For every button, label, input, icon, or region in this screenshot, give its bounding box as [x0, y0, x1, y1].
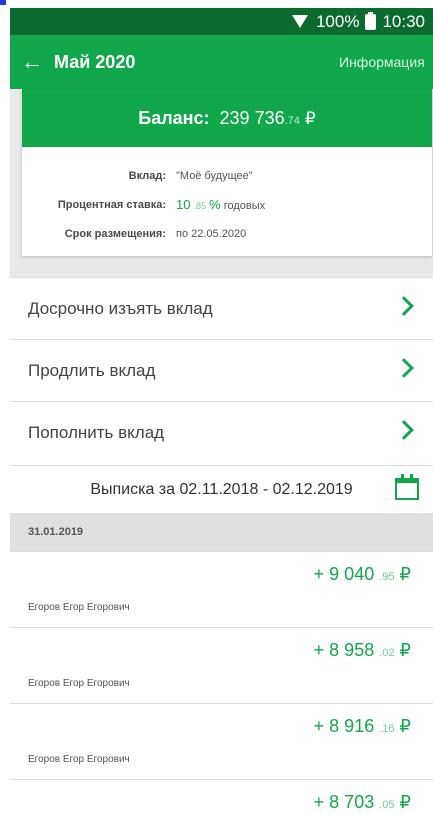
transaction-amount: + 9 040 .95 ₽ — [314, 564, 411, 585]
transaction-amount: + 8 703 .05 ₽ — [314, 792, 411, 813]
edge-mark — [0, 0, 6, 5]
chevron-right-icon — [394, 296, 414, 316]
sender-name: Егоров Егор Егорович — [28, 754, 130, 765]
statement-period[interactable]: Выписка за 02.11.2018 - 02.12.2019 — [10, 465, 433, 513]
top-edge — [0, 0, 433, 8]
amount-rubles: + 8 916 — [313, 716, 375, 736]
amount-rubles: + 9 040 — [313, 564, 375, 584]
rate-suffix: годовых — [220, 200, 266, 212]
chevron-right-icon — [394, 358, 414, 378]
currency-symbol: ₽ — [399, 564, 411, 584]
detail-row: Срок размещения: по 22.05.2020 — [22, 219, 432, 248]
statement-label: Выписка за 02.11.2018 - 02.12.2019 — [90, 480, 353, 498]
detail-key: Срок размещения: — [64, 227, 166, 240]
amount-kopecks: .95 — [379, 571, 395, 583]
back-arrow-icon[interactable]: ← — [10, 49, 54, 75]
detail-value: по 22.05.2020 — [176, 227, 247, 240]
detail-value: "Моё будущее" — [176, 169, 253, 182]
amount-kopecks: .02 — [379, 647, 395, 659]
balance-row: Баланс: 239 736.74 ₽ — [22, 89, 432, 147]
detail-row: Процентная ставка: 10 .85 % годовых — [22, 190, 432, 219]
info-link[interactable]: Информация — [339, 54, 433, 70]
action-label: Досрочно изъять вклад — [28, 298, 213, 318]
balance-kopecks: .74 — [284, 114, 300, 127]
transaction-row[interactable]: + 9 040 .95 ₽ Егоров Егор Егорович — [10, 551, 433, 627]
amount-rubles: + 8 958 — [313, 640, 375, 660]
deposit-card: Баланс: 239 736.74 ₽ Вклад: "Моё будущее… — [22, 89, 432, 256]
currency-symbol: ₽ — [399, 716, 411, 736]
calendar-icon[interactable] — [395, 474, 419, 500]
sender-name: Егоров Егор Егорович — [28, 602, 130, 613]
interest-rate: 10 .85 % годовых — [176, 197, 265, 212]
amount-kopecks: .05 — [379, 799, 395, 811]
currency-symbol: ₽ — [304, 108, 316, 128]
balance-label: Баланс: — [138, 107, 210, 128]
transaction-row[interactable]: + 8 958 .02 ₽ Егоров Егор Егорович — [10, 627, 433, 703]
wifi-icon — [291, 15, 308, 28]
detail-key: Процентная ставка: — [57, 198, 166, 211]
action-label: Продлить вклад — [28, 360, 156, 380]
deposit-details: Вклад: "Моё будущее" Процентная ставка: … — [22, 147, 432, 248]
date-group-header: 31.01.2019 — [10, 513, 433, 551]
rate-frac: .85 — [193, 201, 207, 211]
detail-row: Вклад: "Моё будущее" — [22, 161, 432, 190]
clock: 10:30 — [382, 11, 425, 31]
action-extend[interactable]: Продлить вклад — [10, 339, 433, 401]
transaction-amount: + 8 958 .02 ₽ — [314, 640, 411, 661]
amount-kopecks: .16 — [379, 723, 395, 735]
page-title: Май 2020 — [54, 51, 136, 72]
transaction-amount: + 8 916 .16 ₽ — [314, 716, 411, 737]
battery-icon — [365, 11, 377, 30]
detail-key: Вклад: — [128, 169, 166, 182]
sender-name: Егоров Егор Егорович — [28, 678, 130, 689]
balance-rubles: 239 736 — [219, 107, 285, 128]
transaction-row[interactable]: + 8 703 .05 ₽ — [10, 779, 433, 814]
action-top-up[interactable]: Пополнить вклад — [10, 401, 433, 463]
chevron-right-icon — [394, 420, 414, 440]
action-early-withdraw[interactable]: Досрочно изъять вклад — [10, 277, 433, 339]
balance-amount: 239 736.74 ₽ — [220, 108, 316, 129]
action-label: Пополнить вклад — [28, 422, 165, 442]
currency-symbol: ₽ — [399, 792, 411, 812]
currency-symbol: ₽ — [399, 640, 411, 660]
battery-percent: 100% — [315, 11, 360, 31]
rate-percent: % — [209, 197, 221, 212]
rate-main: 10 — [176, 197, 191, 212]
transaction-row[interactable]: + 8 916 .16 ₽ Егоров Егор Егорович — [10, 703, 433, 779]
app-bar: ← Май 2020 Информация — [10, 35, 433, 89]
status-bar: 100% 10:30 — [10, 8, 433, 35]
amount-rubles: + 8 703 — [313, 792, 375, 812]
